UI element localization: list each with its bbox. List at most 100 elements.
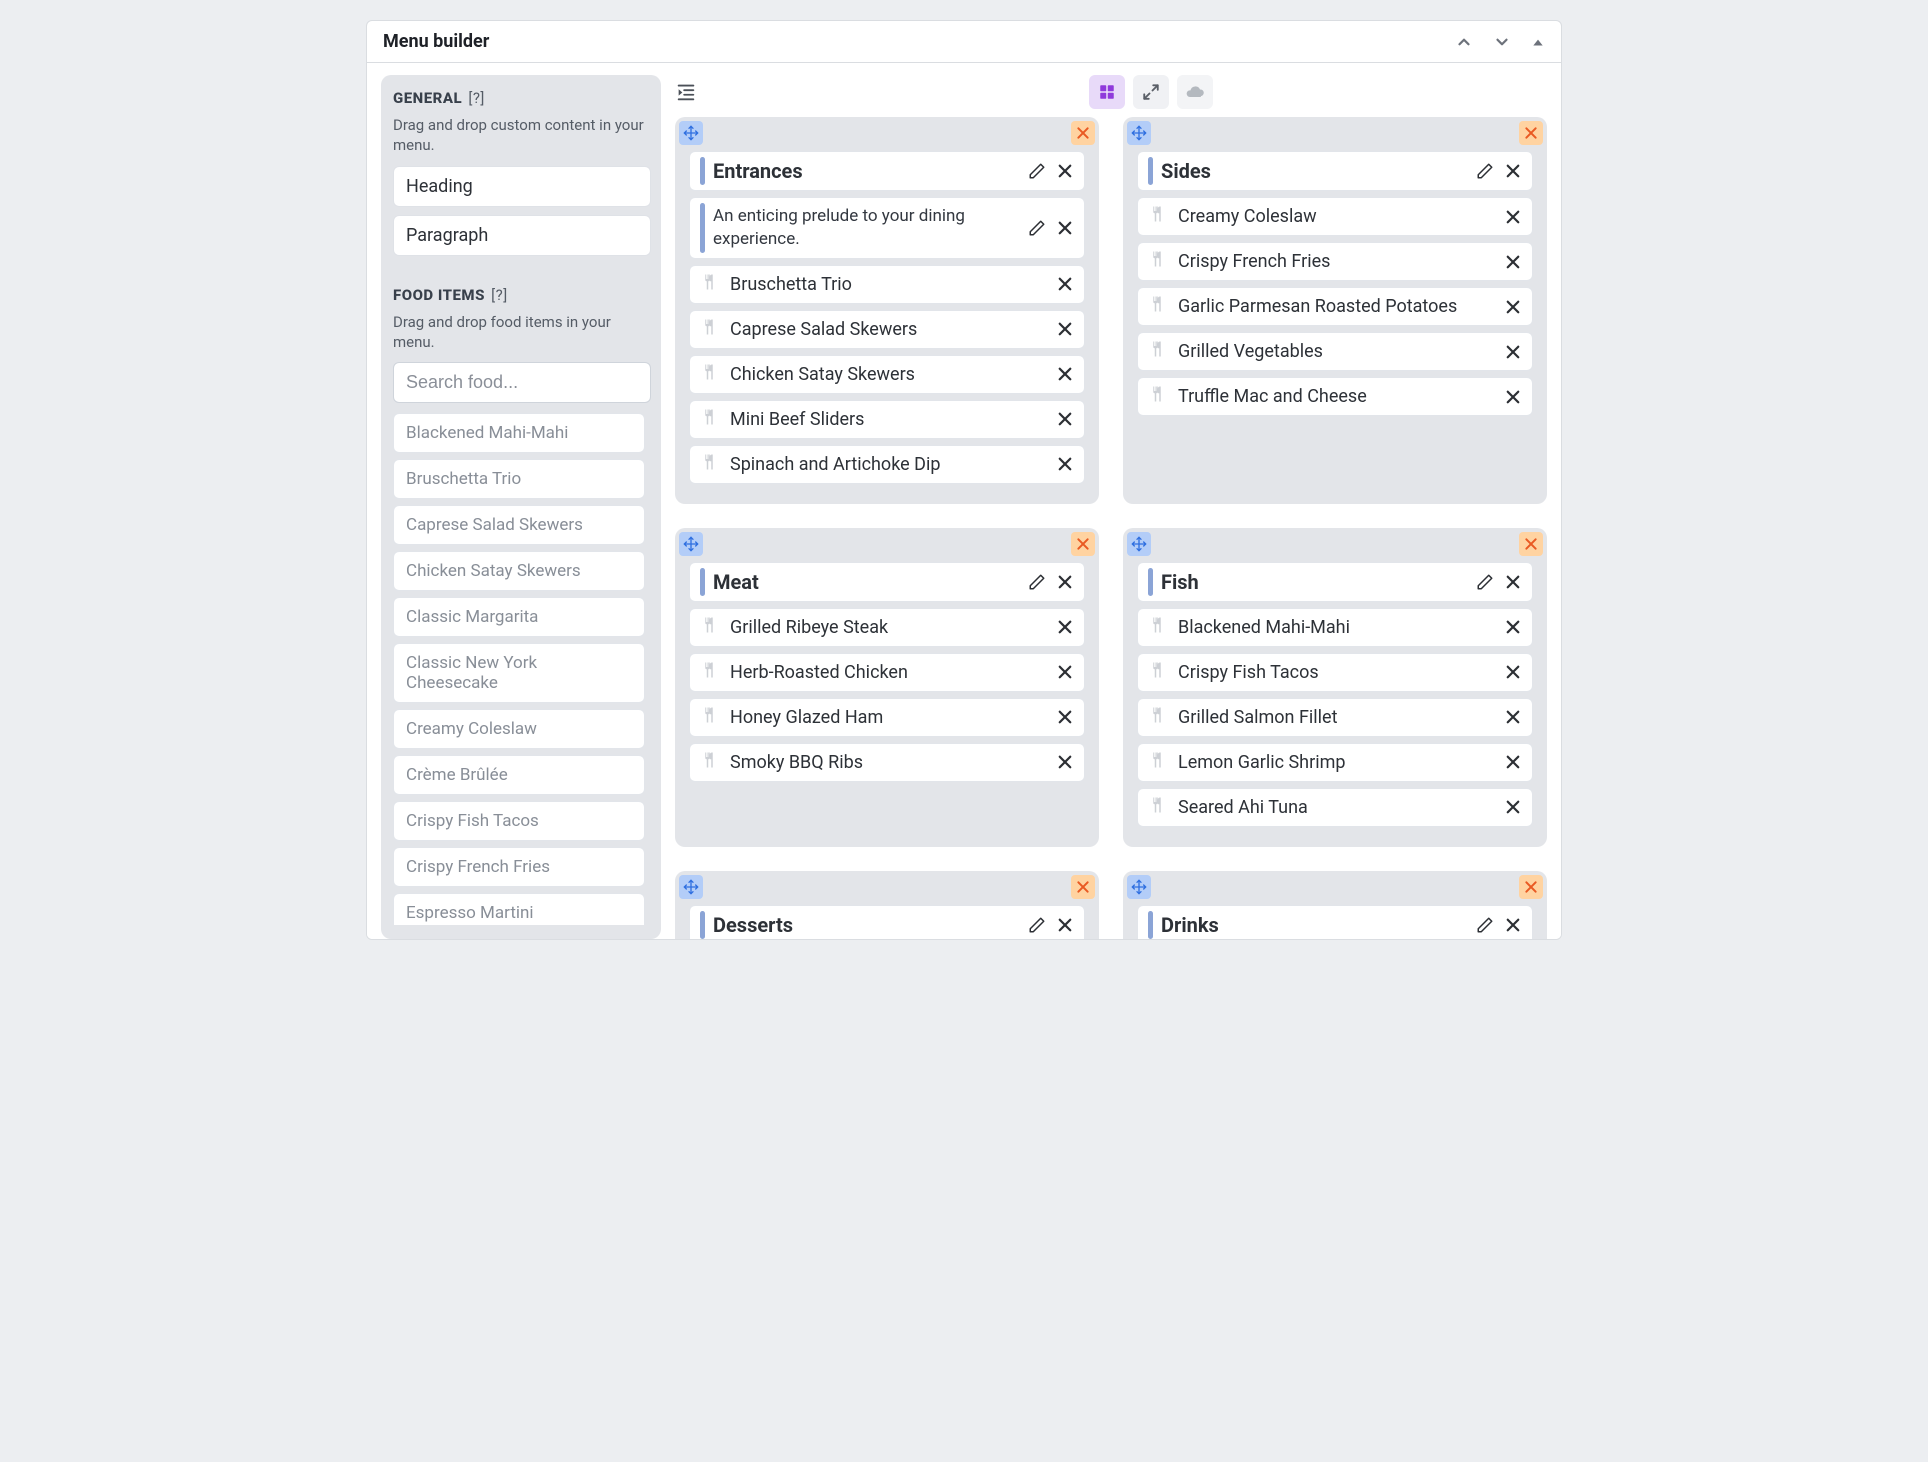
drag-bar[interactable] [1148,911,1153,939]
help-icon[interactable]: [?] [468,89,485,107]
close-icon[interactable] [1056,753,1074,771]
category-item-row[interactable]: Spinach and Artichoke Dip [689,445,1085,484]
edit-icon[interactable] [1476,916,1494,934]
category-item-row[interactable]: Grilled Vegetables [1137,332,1533,371]
close-icon[interactable] [1056,618,1074,636]
close-icon[interactable] [1056,455,1074,473]
help-icon[interactable]: [?] [491,286,508,304]
close-icon[interactable] [1504,298,1522,316]
remove-category-button[interactable] [1071,121,1095,145]
category-item-row[interactable]: Grilled Salmon Fillet [1137,698,1533,737]
move-handle-icon[interactable] [679,875,703,899]
close-icon[interactable] [1056,916,1074,934]
chevron-up-icon[interactable] [1455,33,1473,51]
close-icon[interactable] [1056,365,1074,383]
category-item-row[interactable]: Crispy Fish Tacos [1137,653,1533,692]
category-title-row[interactable]: Sides [1137,151,1533,191]
close-icon[interactable] [1504,618,1522,636]
close-icon[interactable] [1504,798,1522,816]
drag-bar[interactable] [700,203,705,253]
close-icon[interactable] [1504,253,1522,271]
food-item[interactable]: Crispy Fish Tacos [393,801,645,841]
food-item[interactable]: Blackened Mahi-Mahi [393,413,645,453]
close-icon[interactable] [1056,275,1074,293]
drag-bar[interactable] [1148,568,1153,596]
category-item-row[interactable]: Blackened Mahi-Mahi [1137,608,1533,647]
food-item[interactable]: Creamy Coleslaw [393,709,645,749]
draggable-paragraph[interactable]: Paragraph [393,215,651,256]
drag-bar[interactable] [1148,157,1153,185]
edit-icon[interactable] [1476,573,1494,591]
food-item[interactable]: Bruschetta Trio [393,459,645,499]
category-item-row[interactable]: Seared Ahi Tuna [1137,788,1533,827]
close-icon[interactable] [1056,320,1074,338]
close-icon[interactable] [1056,162,1074,180]
category-item-row[interactable]: Honey Glazed Ham [689,698,1085,737]
category-title-row[interactable]: Drinks [1137,905,1533,939]
drag-bar[interactable] [700,911,705,939]
close-icon[interactable] [1056,708,1074,726]
cloud-save-button[interactable] [1177,75,1213,109]
chevron-down-icon[interactable] [1493,33,1511,51]
draggable-heading[interactable]: Heading [393,166,651,207]
close-icon[interactable] [1504,388,1522,406]
category-item-row[interactable]: Mini Beef Sliders [689,400,1085,439]
move-handle-icon[interactable] [1127,532,1151,556]
category-title-row[interactable]: Meat [689,562,1085,602]
edit-icon[interactable] [1028,219,1046,237]
category-item-row[interactable]: Crispy French Fries [1137,242,1533,281]
drag-bar[interactable] [700,568,705,596]
category-item-row[interactable]: Herb-Roasted Chicken [689,653,1085,692]
drag-bar[interactable] [700,157,705,185]
food-item[interactable]: Chicken Satay Skewers [393,551,645,591]
food-items-list[interactable]: Blackened Mahi-Mahi Bruschetta Trio Capres… [393,413,651,925]
edit-icon[interactable] [1028,916,1046,934]
category-item-row[interactable]: Grilled Ribeye Steak [689,608,1085,647]
move-handle-icon[interactable] [679,121,703,145]
food-item[interactable]: Classic New York Cheesecake [393,643,645,703]
expand-button[interactable] [1133,75,1169,109]
remove-category-button[interactable] [1519,121,1543,145]
food-item[interactable]: Espresso Martini [393,893,645,925]
close-icon[interactable] [1504,208,1522,226]
category-item-row[interactable]: Caprese Salad Skewers [689,310,1085,349]
remove-category-button[interactable] [1519,875,1543,899]
category-title-row[interactable]: Fish [1137,562,1533,602]
move-handle-icon[interactable] [679,532,703,556]
food-item[interactable]: Classic Margarita [393,597,645,637]
edit-icon[interactable] [1476,162,1494,180]
close-icon[interactable] [1504,663,1522,681]
food-item[interactable]: Caprese Salad Skewers [393,505,645,545]
close-icon[interactable] [1504,162,1522,180]
grid-view-button[interactable] [1089,75,1125,109]
food-item[interactable]: Crispy French Fries [393,847,645,887]
category-item-row[interactable]: Truffle Mac and Cheese [1137,377,1533,416]
category-item-row[interactable]: Creamy Coleslaw [1137,197,1533,236]
close-icon[interactable] [1504,573,1522,591]
indent-icon[interactable] [675,81,697,103]
category-title-row[interactable]: Desserts [689,905,1085,939]
category-item-row[interactable]: Bruschetta Trio [689,265,1085,304]
category-item-row[interactable]: Lemon Garlic Shrimp [1137,743,1533,782]
close-icon[interactable] [1056,573,1074,591]
close-icon[interactable] [1504,916,1522,934]
collapse-toggle-icon[interactable] [1531,33,1545,51]
remove-category-button[interactable] [1519,532,1543,556]
category-item-row[interactable]: Chicken Satay Skewers [689,355,1085,394]
move-handle-icon[interactable] [1127,121,1151,145]
move-handle-icon[interactable] [1127,875,1151,899]
close-icon[interactable] [1504,753,1522,771]
category-desc-row[interactable]: An enticing prelude to your dining exper… [689,197,1085,259]
edit-icon[interactable] [1028,162,1046,180]
search-input[interactable] [393,362,651,403]
edit-icon[interactable] [1028,573,1046,591]
close-icon[interactable] [1056,663,1074,681]
close-icon[interactable] [1056,219,1074,237]
remove-category-button[interactable] [1071,532,1095,556]
category-item-row[interactable]: Smoky BBQ Ribs [689,743,1085,782]
category-title-row[interactable]: Entrances [689,151,1085,191]
remove-category-button[interactable] [1071,875,1095,899]
category-item-row[interactable]: Garlic Parmesan Roasted Potatoes [1137,287,1533,326]
close-icon[interactable] [1504,343,1522,361]
close-icon[interactable] [1056,410,1074,428]
